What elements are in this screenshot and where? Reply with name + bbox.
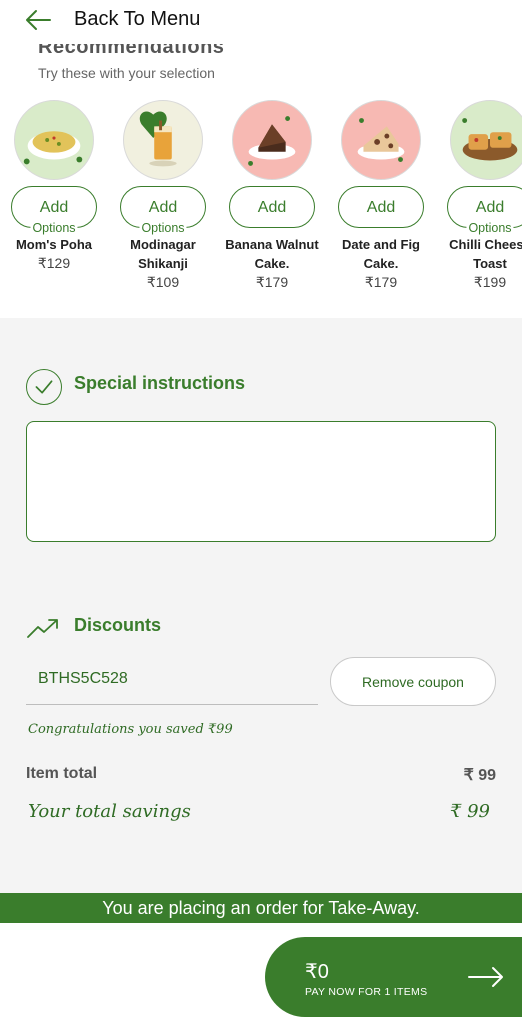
back-arrow-icon[interactable]: [24, 8, 52, 32]
item-name: Modinagar Shikanji: [130, 237, 196, 271]
congrats-message: Congratulations you saved ₹99: [28, 722, 233, 737]
date-fig-cake-image[interactable]: [341, 100, 421, 180]
total-savings-label: Your total savings: [28, 801, 191, 822]
add-modinagar-shikanji-button[interactable]: Add Options: [120, 186, 206, 235]
order-type-banner: You are placing an order for Take-Away.: [0, 893, 522, 923]
special-instructions-title: Special instructions: [74, 373, 246, 393]
add-moms-poha-button[interactable]: Add Options: [11, 186, 97, 235]
add-banana-walnut-cake-button[interactable]: Add: [229, 186, 315, 228]
item-name: Banana Walnut Cake.: [225, 237, 319, 271]
pay-label: PAY NOW FOR 1 ITEMS: [305, 986, 428, 998]
item-price: ₹179: [255, 274, 289, 290]
check-circle-icon: [26, 369, 62, 405]
reco-card-date-fig-cake: Add Date and Fig Cake. ₹179: [327, 100, 435, 291]
remove-coupon-button[interactable]: Remove coupon: [330, 657, 496, 706]
chilli-cheese-toast-image[interactable]: [450, 100, 522, 180]
coupon-code-input[interactable]: [26, 653, 318, 705]
back-to-menu-link[interactable]: Back To Menu: [74, 8, 200, 31]
pay-amount: ₹0: [305, 961, 329, 983]
add-chilli-cheese-toast-button[interactable]: Add Options: [447, 186, 522, 235]
item-name: Chilli CheeseToast: [449, 237, 522, 271]
recommendations-section: Recommendations Try these with your sele…: [0, 0, 522, 318]
add-date-fig-cake-button[interactable]: Add: [338, 186, 424, 228]
item-total-label: Item total: [26, 765, 98, 782]
arrow-right-icon: [468, 967, 503, 987]
special-instructions-section: Special instructions: [0, 341, 522, 573]
reco-card-modinagar-shikanji: Add Options Modinagar Shikanji ₹109: [109, 100, 217, 291]
item-price: ₹109: [146, 274, 180, 290]
options-label: Options: [466, 221, 514, 235]
options-label: Options: [30, 221, 78, 235]
options-label: Options: [139, 221, 187, 235]
total-savings-value: ₹ 99: [449, 801, 490, 822]
bottom-bar: ₹0 PAY NOW FOR 1 ITEMS: [0, 923, 522, 1024]
item-price: ₹129: [37, 255, 71, 271]
item-name: Date and Fig Cake.: [341, 237, 420, 271]
recommendations-subtitle: Try these with your selection: [38, 65, 215, 81]
pay-now-button[interactable]: ₹0 PAY NOW FOR 1 ITEMS: [265, 937, 522, 1017]
item-name: Mom's Poha: [15, 237, 93, 252]
banana-walnut-cake-image[interactable]: [232, 100, 312, 180]
reco-card-banana-walnut-cake: Add Banana Walnut Cake. ₹179: [218, 100, 326, 291]
special-instructions-input[interactable]: [26, 421, 496, 542]
top-bar: Back To Menu: [0, 0, 522, 44]
discounts-section: Discounts Remove coupon Congratulations …: [0, 585, 522, 893]
item-price: ₹199: [473, 274, 507, 290]
discounts-title: Discounts: [74, 615, 162, 635]
item-total-value: ₹ 99: [463, 767, 496, 784]
item-price: ₹179: [364, 274, 398, 290]
reco-card-moms-poha: Add Options Mom's Poha ₹129: [0, 100, 108, 272]
reco-card-chilli-cheese-toast: Add Options Chilli CheeseToast ₹199: [436, 100, 522, 291]
trending-up-icon: [27, 619, 58, 638]
modinagar-shikanji-image[interactable]: [123, 100, 203, 180]
moms-poha-image[interactable]: [14, 100, 94, 180]
